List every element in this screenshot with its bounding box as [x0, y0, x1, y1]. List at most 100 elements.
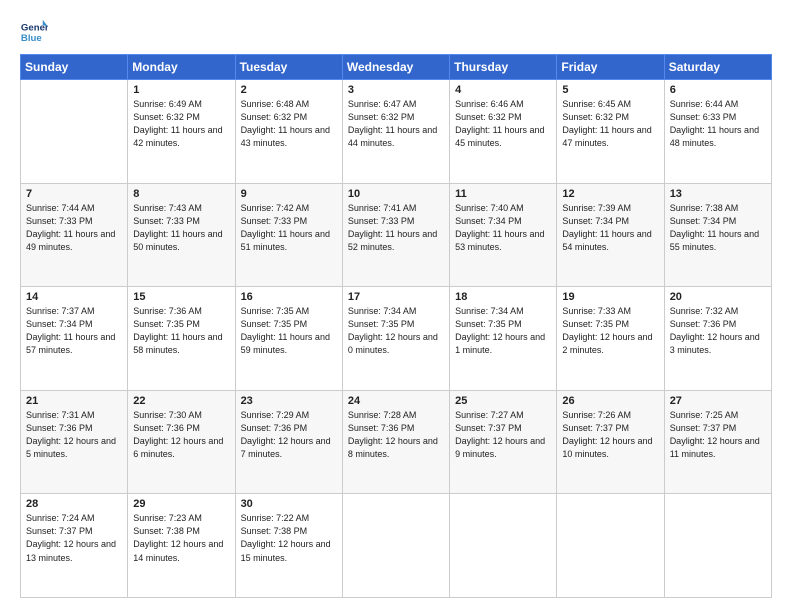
calendar-cell: 20Sunrise: 7:32 AMSunset: 7:36 PMDayligh… — [664, 287, 771, 391]
weekday-header-friday: Friday — [557, 55, 664, 80]
calendar-cell: 6 Sunrise: 6:44 AMSunset: 6:33 PMDaylight… — [664, 80, 771, 184]
calendar-cell: 5 Sunrise: 6:45 AMSunset: 6:32 PMDaylight… — [557, 80, 664, 184]
weekday-header-tuesday: Tuesday — [235, 55, 342, 80]
weekday-header-saturday: Saturday — [664, 55, 771, 80]
calendar-cell: 10 Sunrise: 7:41 AMSunset: 7:33 PMDayligh… — [342, 183, 449, 287]
day-info: Sunrise: 7:25 AMSunset: 7:37 PMDaylight:… — [670, 409, 766, 461]
calendar-cell: 7 Sunrise: 7:44 AMSunset: 7:33 PMDaylight… — [21, 183, 128, 287]
calendar-week-4: 28Sunrise: 7:24 AMSunset: 7:37 PMDayligh… — [21, 494, 772, 598]
day-info: Sunrise: 7:38 AMSunset: 7:34 PMDaylight:… — [670, 202, 766, 254]
day-number: 30 — [241, 498, 337, 510]
calendar-cell: 16 Sunrise: 7:35 AMSunset: 7:35 PMDayligh… — [235, 287, 342, 391]
day-info: Sunrise: 7:33 AMSunset: 7:35 PMDaylight:… — [562, 305, 658, 357]
day-info: Sunrise: 7:27 AMSunset: 7:37 PMDaylight:… — [455, 409, 551, 461]
calendar-cell: 1 Sunrise: 6:49 AMSunset: 6:32 PMDaylight… — [128, 80, 235, 184]
day-number: 26 — [562, 395, 658, 407]
calendar-cell: 2Sunrise: 6:48 AMSunset: 6:32 PMDaylight… — [235, 80, 342, 184]
day-number: 22 — [133, 395, 229, 407]
calendar-cell — [450, 494, 557, 598]
day-info: Sunrise: 6:47 AMSunset: 6:32 PMDaylight:… — [348, 98, 444, 150]
calendar-cell: 22Sunrise: 7:30 AMSunset: 7:36 PMDayligh… — [128, 390, 235, 494]
calendar-cell: 9Sunrise: 7:42 AMSunset: 7:33 PMDaylight… — [235, 183, 342, 287]
calendar-week-1: 7 Sunrise: 7:44 AMSunset: 7:33 PMDaylight… — [21, 183, 772, 287]
day-number: 14 — [26, 291, 122, 303]
day-number: 3 — [348, 84, 444, 96]
calendar-cell: 23Sunrise: 7:29 AMSunset: 7:36 PMDayligh… — [235, 390, 342, 494]
day-number: 9 — [241, 188, 337, 200]
calendar-cell: 26 Sunrise: 7:26 AMSunset: 7:37 PMDayligh… — [557, 390, 664, 494]
calendar-cell: 29 Sunrise: 7:23 AMSunset: 7:38 PMDayligh… — [128, 494, 235, 598]
calendar-cell: 30 Sunrise: 7:22 AMSunset: 7:38 PMDayligh… — [235, 494, 342, 598]
day-number: 28 — [26, 498, 122, 510]
weekday-header-row: SundayMondayTuesdayWednesdayThursdayFrid… — [21, 55, 772, 80]
calendar-cell: 4 Sunrise: 6:46 AMSunset: 6:32 PMDaylight… — [450, 80, 557, 184]
calendar-cell: 15 Sunrise: 7:36 AMSunset: 7:35 PMDayligh… — [128, 287, 235, 391]
day-number: 15 — [133, 291, 229, 303]
day-info: Sunrise: 7:35 AMSunset: 7:35 PMDaylight:… — [241, 305, 337, 357]
day-number: 13 — [670, 188, 766, 200]
calendar-cell: 12Sunrise: 7:39 AMSunset: 7:34 PMDayligh… — [557, 183, 664, 287]
calendar-table: SundayMondayTuesdayWednesdayThursdayFrid… — [20, 54, 772, 598]
day-number: 10 — [348, 188, 444, 200]
day-info: Sunrise: 7:32 AMSunset: 7:36 PMDaylight:… — [670, 305, 766, 357]
calendar-body: 1 Sunrise: 6:49 AMSunset: 6:32 PMDaylight… — [21, 80, 772, 598]
day-info: Sunrise: 6:45 AMSunset: 6:32 PMDaylight:… — [562, 98, 658, 150]
day-info: Sunrise: 7:23 AMSunset: 7:38 PMDaylight:… — [133, 512, 229, 564]
day-number: 8 — [133, 188, 229, 200]
calendar-cell: 25 Sunrise: 7:27 AMSunset: 7:37 PMDayligh… — [450, 390, 557, 494]
day-number: 4 — [455, 84, 551, 96]
calendar-week-2: 14 Sunrise: 7:37 AMSunset: 7:34 PMDayligh… — [21, 287, 772, 391]
day-number: 25 — [455, 395, 551, 407]
calendar-cell: 3 Sunrise: 6:47 AMSunset: 6:32 PMDaylight… — [342, 80, 449, 184]
header: General Blue — [20, 18, 772, 46]
day-number: 1 — [133, 84, 229, 96]
calendar-week-0: 1 Sunrise: 6:49 AMSunset: 6:32 PMDaylight… — [21, 80, 772, 184]
day-info: Sunrise: 7:37 AMSunset: 7:34 PMDaylight:… — [26, 305, 122, 357]
calendar-cell — [557, 494, 664, 598]
calendar-cell: 19 Sunrise: 7:33 AMSunset: 7:35 PMDayligh… — [557, 287, 664, 391]
logo: General Blue — [20, 18, 52, 46]
day-number: 21 — [26, 395, 122, 407]
weekday-header-wednesday: Wednesday — [342, 55, 449, 80]
day-info: Sunrise: 7:36 AMSunset: 7:35 PMDaylight:… — [133, 305, 229, 357]
day-number: 19 — [562, 291, 658, 303]
day-info: Sunrise: 7:41 AMSunset: 7:33 PMDaylight:… — [348, 202, 444, 254]
weekday-header-sunday: Sunday — [21, 55, 128, 80]
day-info: Sunrise: 6:46 AMSunset: 6:32 PMDaylight:… — [455, 98, 551, 150]
day-number: 17 — [348, 291, 444, 303]
calendar-cell: 8Sunrise: 7:43 AMSunset: 7:33 PMDaylight… — [128, 183, 235, 287]
day-number: 27 — [670, 395, 766, 407]
day-number: 29 — [133, 498, 229, 510]
calendar-week-3: 21 Sunrise: 7:31 AMSunset: 7:36 PMDayligh… — [21, 390, 772, 494]
logo-icon: General Blue — [20, 18, 48, 46]
day-number: 6 — [670, 84, 766, 96]
day-info: Sunrise: 7:22 AMSunset: 7:38 PMDaylight:… — [241, 512, 337, 564]
day-info: Sunrise: 6:44 AMSunset: 6:33 PMDaylight:… — [670, 98, 766, 150]
page: General Blue SundayMondayTuesdayWednesda… — [0, 0, 792, 612]
weekday-header-thursday: Thursday — [450, 55, 557, 80]
day-number: 12 — [562, 188, 658, 200]
calendar-cell: 13 Sunrise: 7:38 AMSunset: 7:34 PMDayligh… — [664, 183, 771, 287]
day-info: Sunrise: 7:29 AMSunset: 7:36 PMDaylight:… — [241, 409, 337, 461]
day-info: Sunrise: 7:44 AMSunset: 7:33 PMDaylight:… — [26, 202, 122, 254]
calendar-cell: 18 Sunrise: 7:34 AMSunset: 7:35 PMDayligh… — [450, 287, 557, 391]
day-number: 7 — [26, 188, 122, 200]
calendar-cell: 14 Sunrise: 7:37 AMSunset: 7:34 PMDayligh… — [21, 287, 128, 391]
day-number: 16 — [241, 291, 337, 303]
svg-text:Blue: Blue — [21, 33, 42, 44]
calendar-header: SundayMondayTuesdayWednesdayThursdayFrid… — [21, 55, 772, 80]
day-info: Sunrise: 7:31 AMSunset: 7:36 PMDaylight:… — [26, 409, 122, 461]
day-info: Sunrise: 7:34 AMSunset: 7:35 PMDaylight:… — [348, 305, 444, 357]
day-info: Sunrise: 7:28 AMSunset: 7:36 PMDaylight:… — [348, 409, 444, 461]
day-info: Sunrise: 6:49 AMSunset: 6:32 PMDaylight:… — [133, 98, 229, 150]
weekday-header-monday: Monday — [128, 55, 235, 80]
calendar-cell: 21 Sunrise: 7:31 AMSunset: 7:36 PMDayligh… — [21, 390, 128, 494]
calendar-cell: 28Sunrise: 7:24 AMSunset: 7:37 PMDayligh… — [21, 494, 128, 598]
day-number: 24 — [348, 395, 444, 407]
day-number: 18 — [455, 291, 551, 303]
day-info: Sunrise: 7:34 AMSunset: 7:35 PMDaylight:… — [455, 305, 551, 357]
day-info: Sunrise: 7:26 AMSunset: 7:37 PMDaylight:… — [562, 409, 658, 461]
calendar-cell: 17 Sunrise: 7:34 AMSunset: 7:35 PMDayligh… — [342, 287, 449, 391]
calendar-cell: 27 Sunrise: 7:25 AMSunset: 7:37 PMDayligh… — [664, 390, 771, 494]
day-number: 5 — [562, 84, 658, 96]
